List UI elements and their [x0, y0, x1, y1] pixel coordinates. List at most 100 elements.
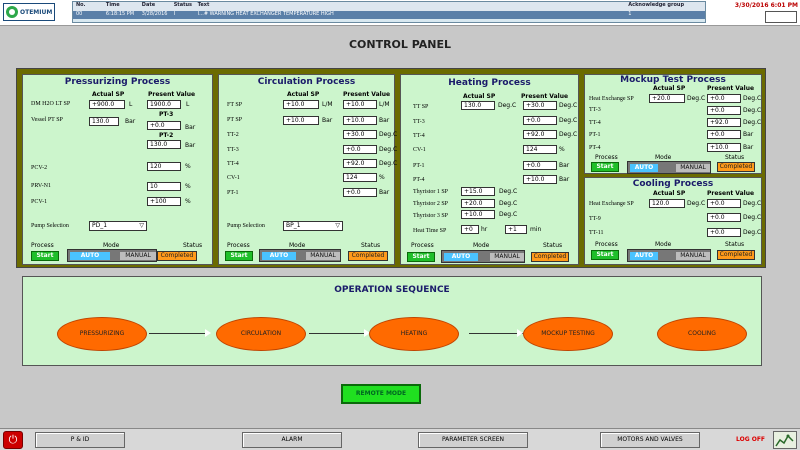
sequence-step-cooling[interactable]: COOLING	[657, 317, 747, 351]
thyristor-1-field[interactable]: +15.0	[461, 187, 495, 196]
bottom-nav-bar: ⏻ P & ID ALARM PARAMETER SCREEN MOTORS A…	[0, 428, 800, 450]
auto-mode-button[interactable]: AUTO	[262, 252, 296, 260]
status-badge: Completed	[348, 251, 388, 261]
unit: %	[185, 183, 191, 190]
status-badge: Completed	[717, 162, 755, 172]
process-label: Process	[227, 242, 250, 249]
pt1-value: +0.0	[343, 188, 377, 197]
tt4-value: +92.0	[523, 130, 557, 139]
mode-label: Mode	[655, 241, 672, 248]
pcv1-value[interactable]: +100	[147, 197, 181, 206]
tt11-value: +0.0	[707, 228, 741, 237]
heat-time-label: Heat Time SP	[413, 228, 447, 234]
mockup-start-button[interactable]: Start	[591, 162, 619, 172]
heat-exchange-pv: +0.0	[707, 199, 741, 208]
unit: hr	[481, 226, 488, 233]
tt3-label: TT-3	[589, 107, 601, 113]
pt2-label: PT-2	[159, 132, 174, 139]
circulation-mode-toggle[interactable]: AUTO MANUAL	[259, 249, 341, 262]
unit: Deg.C	[379, 160, 398, 167]
heat-time-min-field[interactable]: +1	[505, 225, 527, 234]
alarm-row[interactable]: 00 6:18:15 PM 3/28/2016 I I...# WARNING …	[73, 11, 705, 19]
prv-n1-value[interactable]: 10	[147, 182, 181, 191]
col-actual-sp: Actual SP	[653, 190, 686, 197]
auto-mode-button[interactable]: AUTO	[444, 253, 478, 261]
unit: Deg.C	[379, 146, 398, 153]
unit: Deg.C	[687, 95, 706, 102]
unit: Bar	[185, 124, 196, 131]
thyristor-2-field[interactable]: +20.0	[461, 199, 495, 208]
ft-sp-field[interactable]: +10.0	[283, 100, 319, 109]
alarm-cell: I	[173, 11, 176, 17]
alarm-table-header: No. Time Date Status Text Acknowledge gr…	[73, 2, 705, 11]
pump-selection-dropdown[interactable]: BP_1	[283, 221, 343, 231]
sequence-step-circulation[interactable]: CIRCULATION	[216, 317, 306, 351]
manual-mode-button[interactable]: MANUAL	[306, 252, 340, 260]
auto-mode-button[interactable]: AUTO	[630, 252, 658, 260]
nav-pid-button[interactable]: P & ID	[35, 432, 125, 448]
pt-pv: +10.0	[343, 116, 377, 125]
pt4-value: +10.0	[707, 143, 741, 152]
heat-exchange-sp-label: Heat Exchange SP	[589, 96, 634, 102]
process-label: Process	[595, 154, 618, 161]
cooling-mode-toggle[interactable]: AUTO MANUAL	[627, 249, 711, 262]
pt1-label: PT-1	[589, 132, 601, 138]
sequence-step-heating[interactable]: HEATING	[369, 317, 459, 351]
alarm-cell: 00	[76, 11, 83, 17]
alarm-table[interactable]: No. Time Date Status Text Acknowledge gr…	[72, 1, 706, 23]
heat-exchange-sp-field[interactable]: +20.0	[649, 94, 685, 103]
heat-exchange-sp-field[interactable]: 120.0	[649, 199, 685, 208]
nav-motors-valves-button[interactable]: MOTORS AND VALVES	[600, 432, 700, 448]
col-actual-sp: Actual SP	[287, 91, 320, 98]
vessel-pt-sp-field[interactable]: 130.0	[89, 117, 119, 126]
nav-parameter-screen-button[interactable]: PARAMETER SCREEN	[418, 432, 528, 448]
pressurizing-mode-toggle[interactable]: AUTO MANUAL	[67, 249, 157, 262]
unit: L/M	[322, 101, 333, 108]
unit: Bar	[185, 142, 196, 149]
manual-mode-button[interactable]: MANUAL	[120, 252, 156, 260]
pt1-value: +0.0	[523, 161, 557, 170]
heating-start-button[interactable]: Start	[407, 252, 435, 262]
pt4-label: PT-4	[589, 145, 601, 151]
pressurizing-start-button[interactable]: Start	[31, 251, 59, 261]
tt3-label: TT-3	[413, 119, 425, 125]
dm-h2o-lt-sp-field[interactable]: +900.0	[89, 100, 125, 109]
auto-mode-button[interactable]: AUTO	[70, 252, 110, 260]
log-off-link[interactable]: LOG OFF	[736, 436, 765, 443]
tt-sp-field[interactable]: 130.0	[461, 101, 495, 110]
pt1-label: PT-1	[227, 190, 239, 196]
power-icon[interactable]: ⏻	[3, 431, 23, 449]
user-field[interactable]	[765, 11, 797, 23]
heating-mode-toggle[interactable]: AUTO MANUAL	[441, 250, 525, 263]
pt-sp-field[interactable]: +10.0	[283, 116, 319, 125]
tt4-value: +92.0	[707, 118, 741, 127]
process-label: Process	[31, 242, 54, 249]
alarm-col-text: Text	[197, 2, 210, 8]
thyristor-3-field[interactable]: +10.0	[461, 210, 495, 219]
datetime-display: 3/30/2016 6:01 PM	[734, 2, 798, 9]
mockup-test-panel: Mockup Test Process Actual SP Present Va…	[584, 74, 762, 174]
mockup-mode-toggle[interactable]: AUTO MANUAL	[627, 161, 711, 174]
nav-alarm-button[interactable]: ALARM	[242, 432, 342, 448]
tt2-value: +30.0	[343, 130, 377, 139]
sequence-step-pressurizing[interactable]: PRESSURIZING	[57, 317, 147, 351]
manual-mode-button[interactable]: MANUAL	[676, 164, 710, 172]
remote-mode-button[interactable]: REMOTE MODE	[341, 384, 421, 404]
col-present-value: Present Value	[707, 190, 755, 197]
cooling-start-button[interactable]: Start	[591, 250, 619, 260]
sequence-arrow-line	[149, 333, 209, 334]
pcv2-value[interactable]: 120	[147, 162, 181, 171]
col-actual-sp: Actual SP	[463, 93, 496, 100]
tt-sp-label: TT SP	[413, 104, 429, 110]
sequence-step-mockup-testing[interactable]: MOCKUP TESTING	[523, 317, 613, 351]
mode-label: Mode	[655, 154, 672, 161]
unit: Deg.C	[559, 117, 578, 124]
unit: Deg.C	[499, 200, 518, 207]
network-status-icon[interactable]	[773, 431, 797, 449]
pump-selection-dropdown[interactable]: PD_1	[89, 221, 147, 231]
auto-mode-button[interactable]: AUTO	[630, 164, 658, 172]
circulation-start-button[interactable]: Start	[225, 251, 253, 261]
manual-mode-button[interactable]: MANUAL	[676, 252, 710, 260]
manual-mode-button[interactable]: MANUAL	[490, 253, 524, 261]
heat-time-hr-field[interactable]: +0	[461, 225, 479, 234]
